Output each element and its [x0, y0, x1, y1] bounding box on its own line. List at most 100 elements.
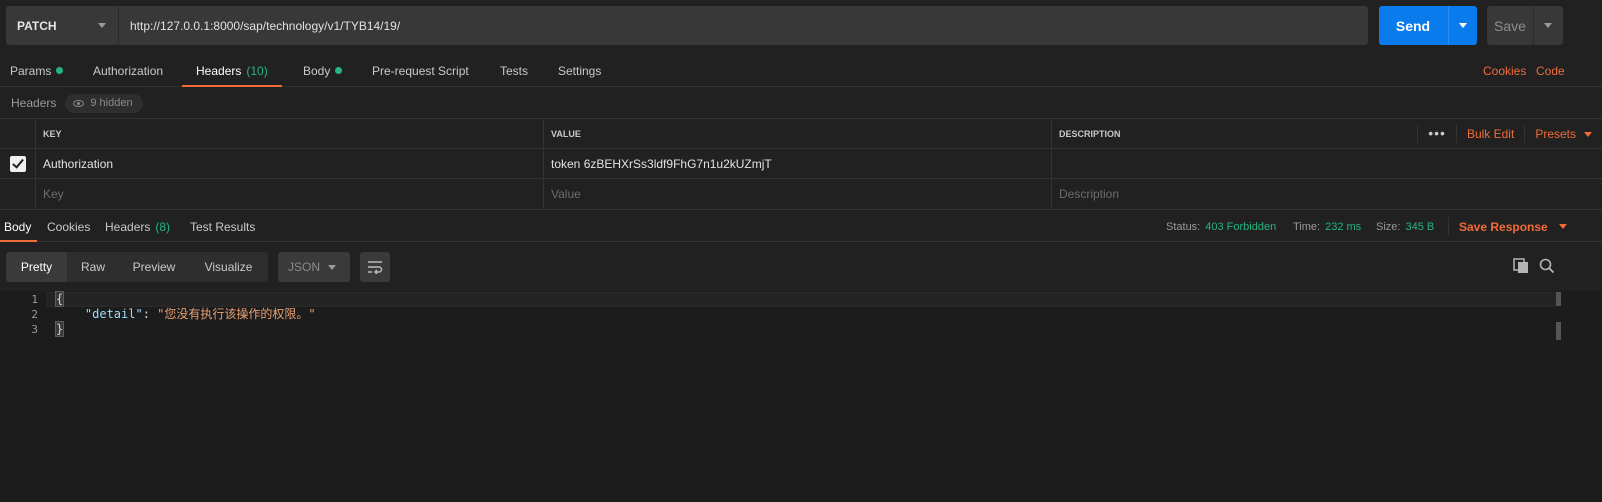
bulk-edit-button[interactable]: Bulk Edit [1455, 125, 1524, 143]
view-preview-button[interactable]: Preview [119, 252, 189, 282]
time-info: Time: 232 ms [1293, 211, 1361, 242]
status-info: Status: 403 Forbidden [1166, 211, 1276, 242]
hidden-headers-toggle[interactable]: 9 hidden [65, 93, 143, 113]
save-label: Save [1494, 17, 1526, 34]
header-description-field[interactable] [1051, 149, 1602, 179]
size-label: Size: [1376, 220, 1401, 233]
save-response-dropdown[interactable]: Save Response [1448, 217, 1567, 236]
row-enable-checkbox[interactable] [0, 149, 35, 179]
save-response-label: Save Response [1459, 219, 1548, 234]
response-body-editor[interactable]: 1 2 3 { "detail": "您没有执行该操作的权限。" } [0, 291, 1602, 502]
view-raw-button[interactable]: Raw [67, 252, 119, 282]
table-tools: ••• Bulk Edit Presets [1417, 119, 1602, 149]
header-checkbox-column [0, 119, 35, 149]
search-response-button[interactable] [1538, 257, 1558, 277]
time-value[interactable]: 232 ms [1325, 221, 1361, 233]
tab-headers-count: (10) [246, 63, 268, 78]
header-value-field[interactable]: token 6zBEHXrSs3ldf9FhG7n1u2kUZmjT [543, 149, 1051, 179]
view-mode-segmented: Pretty Raw Preview Visualize [6, 252, 268, 282]
tab-prerequest-script[interactable]: Pre-request Script [372, 54, 469, 87]
scrollbar-marker-top [1556, 292, 1561, 306]
tab-params[interactable]: Params [10, 54, 64, 87]
new-key-input[interactable]: Key [35, 179, 543, 209]
headers-subbar: Headers 9 hidden [0, 88, 1602, 119]
caret-down-icon [1584, 131, 1592, 137]
wrap-lines-button[interactable] [360, 252, 390, 282]
copy-response-button[interactable] [1512, 257, 1532, 277]
send-label: Send [1395, 17, 1431, 34]
table-row: Authorization token 6zBEHXrSs3ldf9FhG7n1… [0, 149, 1602, 179]
presets-dropdown[interactable]: Presets [1524, 125, 1602, 143]
send-options-caret-icon[interactable] [1459, 23, 1467, 28]
column-key: KEY [35, 119, 543, 149]
table-header-row: KEY VALUE DESCRIPTION ••• Bulk Edit Pres… [0, 119, 1602, 149]
method-label: PATCH [17, 18, 57, 33]
new-value-input[interactable]: Value [543, 179, 1051, 209]
check-icon [9, 156, 26, 172]
wrap-lines-icon [368, 261, 383, 274]
send-button[interactable]: Send [1379, 6, 1477, 45]
save-split-divider [1533, 6, 1534, 45]
new-row-checkbox-placeholder [0, 179, 35, 209]
size-value[interactable]: 345 B [1405, 221, 1434, 233]
response-tab-headers[interactable]: Headers (8) [105, 211, 170, 242]
url-text: http://127.0.0.1:8000/sap/technology/v1/… [130, 18, 401, 33]
caret-down-icon [328, 265, 336, 270]
response-tab-test-results[interactable]: Test Results [190, 211, 255, 242]
request-bar: PATCH http://127.0.0.1:8000/sap/technolo… [0, 0, 1602, 52]
scrollbar-marker [1556, 322, 1561, 340]
headers-section-title: Headers [11, 96, 57, 110]
line-number-gutter: 1 2 3 [0, 291, 46, 502]
response-tab-cookies-label: Cookies [47, 219, 91, 234]
caret-down-icon [98, 23, 106, 28]
tab-authorization[interactable]: Authorization [93, 54, 163, 87]
view-visualize-button[interactable]: Visualize [189, 252, 268, 282]
size-info: Size: 345 B [1376, 211, 1434, 242]
presets-label: Presets [1535, 127, 1576, 141]
body-indicator-dot [335, 67, 343, 74]
response-tab-body-label: Body [4, 219, 32, 234]
line-number: 1 [31, 293, 38, 306]
tab-tests-label: Tests [500, 63, 529, 78]
tab-params-label: Params [10, 63, 52, 78]
code-link[interactable]: Code [1536, 54, 1565, 87]
line-number: 2 [31, 308, 38, 321]
json-colon: : [142, 307, 158, 321]
send-split-divider [1448, 6, 1449, 45]
more-options-icon[interactable]: ••• [1417, 125, 1456, 143]
url-input[interactable]: http://127.0.0.1:8000/sap/technology/v1/… [118, 6, 1368, 45]
view-pretty-button[interactable]: Pretty [6, 252, 67, 282]
hidden-headers-label: 9 hidden [90, 97, 133, 109]
save-options-caret-icon[interactable] [1544, 23, 1552, 28]
tab-tests[interactable]: Tests [500, 54, 528, 87]
response-tab-test-results-label: Test Results [190, 219, 256, 234]
tab-prerequest-label: Pre-request Script [372, 63, 469, 78]
status-label: Status: [1166, 220, 1201, 233]
status-badge[interactable]: 403 Forbidden [1205, 221, 1276, 233]
save-button[interactable]: Save [1487, 6, 1563, 45]
cookies-link-label: Cookies [1483, 63, 1527, 78]
json-key: "detail" [84, 307, 143, 321]
response-view-toolbar: Pretty Raw Preview Visualize JSON [0, 243, 1602, 291]
caret-down-icon [1558, 224, 1567, 229]
tab-settings[interactable]: Settings [558, 54, 601, 87]
active-line-highlight [46, 292, 1556, 307]
code-line: } [54, 321, 65, 337]
request-tabs: Params Authorization Headers (10) Body P… [0, 54, 1602, 87]
format-select[interactable]: JSON [278, 252, 350, 282]
response-tab-headers-label: Headers [105, 219, 151, 234]
table-row-new: Key Value Description [0, 179, 1602, 209]
new-description-input[interactable]: Description [1051, 179, 1602, 209]
column-description-label: DESCRIPTION [1059, 129, 1121, 139]
cookies-link[interactable]: Cookies [1483, 54, 1526, 87]
tab-body[interactable]: Body [303, 54, 343, 87]
header-key-field[interactable]: Authorization [35, 149, 543, 179]
response-tab-body[interactable]: Body [0, 211, 38, 242]
tab-body-label: Body [303, 63, 331, 78]
json-string-value: "您没有执行该操作的权限。" [157, 307, 316, 321]
response-tab-cookies[interactable]: Cookies [47, 211, 90, 242]
method-select[interactable]: PATCH [6, 6, 118, 45]
open-brace: { [54, 291, 65, 307]
tab-headers[interactable]: Headers (10) [182, 54, 282, 87]
